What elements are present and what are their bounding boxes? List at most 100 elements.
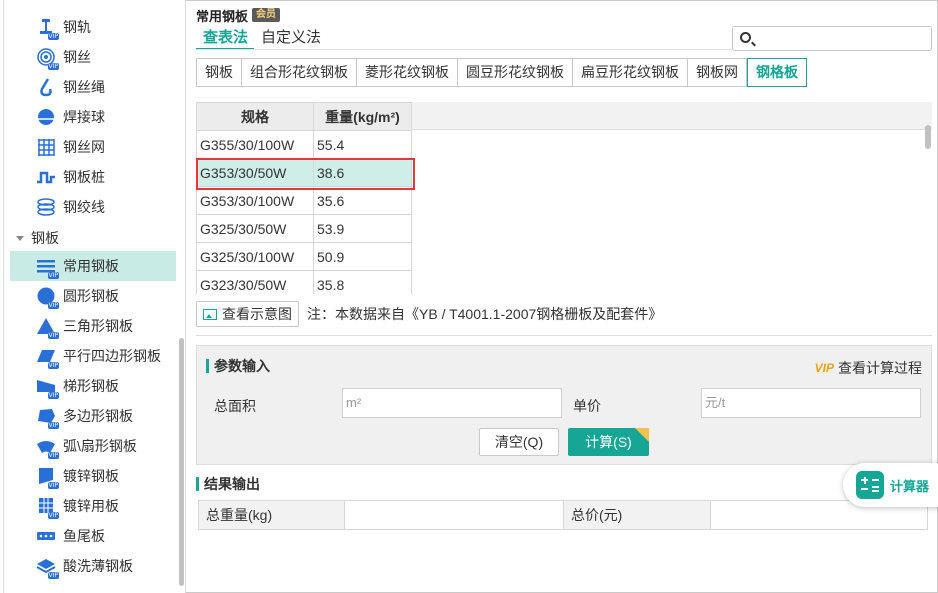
wire-rope-icon — [36, 77, 56, 97]
calculator-button[interactable]: 计算器 — [843, 463, 938, 507]
cell-weight: 53.9 — [313, 214, 412, 243]
results-table: 总重量(kg) 总价(元) — [198, 500, 928, 530]
cell-weight: 38.6 — [313, 158, 412, 187]
tab-steel-grating[interactable]: 钢格板 — [747, 58, 807, 87]
cell-spec: G353/30/100W — [196, 186, 314, 215]
sidebar-item-sector-plate[interactable]: VIP 弧\扇形钢板 — [10, 431, 176, 461]
sidebar-scrollbar[interactable] — [179, 338, 184, 586]
calculator-icon — [856, 471, 884, 499]
sidebar-item-strand[interactable]: 钢绞线 — [10, 192, 176, 222]
tab-combined-checker-plate[interactable]: 组合形花纹钢板 — [242, 58, 357, 87]
round-plate-icon: VIP — [36, 286, 59, 309]
cell-spec: G355/30/100W — [196, 130, 314, 159]
page-title: 常用钢板 — [196, 8, 249, 24]
wire-icon: VIP — [36, 47, 59, 70]
view-diagram-button[interactable]: 查看示意图 — [196, 301, 299, 327]
sidebar-item-sheet-pile[interactable]: 钢板桩 — [10, 162, 176, 192]
tab-custom[interactable]: 自定义法 — [254, 26, 327, 50]
cell-spec: G325/30/100W — [196, 242, 314, 271]
divider — [196, 335, 932, 336]
total-area-input[interactable]: m² — [342, 388, 562, 418]
mode-tabs: 查表法 自定义法 — [196, 26, 327, 50]
spec-table: 规格 重量(kg/m²) G355/30/100W 55.4 G353/30/50… — [196, 102, 412, 294]
picture-icon — [203, 308, 217, 320]
sidebar-item-parallelogram-plate[interactable]: VIP 平行四边形钢板 — [10, 341, 176, 371]
sidebar-item-galvanized-board[interactable]: VIP 镀锌用板 — [10, 491, 176, 521]
category-tabs: 钢板 组合形花纹钢板 菱形花纹钢板 圆豆形花纹钢板 扁豆形花纹钢板 钢板网 钢格… — [196, 58, 807, 87]
main-panel: 常用钢板 会员 查表法 自定义法 钢板 组合形花纹钢板 菱形花纹钢板 圆豆形花纹… — [187, 0, 938, 593]
table-header-row: 规格 重量(kg/m²) — [196, 102, 412, 131]
pickled-plate-icon: VIP — [36, 556, 59, 579]
table-row[interactable]: G353/30/100W 35.6 — [196, 186, 412, 215]
table-scrollbar[interactable] — [925, 125, 931, 149]
tab-round-bean-checker-plate[interactable]: 圆豆形花纹钢板 — [458, 58, 573, 87]
total-area-label: 总面积 — [214, 398, 256, 414]
calculate-button[interactable]: 计算(S) — [568, 428, 649, 456]
tab-expanded-metal[interactable]: 钢板网 — [688, 58, 747, 87]
sidebar-item-trapezoid-plate[interactable]: VIP 梯形钢板 — [10, 371, 176, 401]
sector-plate-icon: VIP — [36, 436, 59, 459]
sidebar-item-common-plate[interactable]: VIP 常用钢板 — [10, 251, 176, 281]
page-header: 常用钢板 会员 — [196, 6, 281, 24]
polygon-plate-icon: VIP — [36, 406, 59, 429]
table-row-selected[interactable]: G353/30/50W 38.6 — [196, 158, 412, 187]
unit-price-input[interactable]: 元/t — [701, 388, 921, 418]
rail-icon: VIP — [36, 17, 59, 40]
table-row[interactable]: G325/30/100W 50.9 — [196, 242, 412, 271]
sidebar: VIP 钢轨 VIP 钢丝 钢丝绳 焊接球 钢丝网 钢板桩 钢绞线 钢板 VIP… — [4, 0, 186, 593]
search-icon — [740, 32, 751, 43]
table-header-filler — [411, 102, 932, 130]
triangle-plate-icon: VIP — [36, 316, 59, 339]
sidebar-item-galvanized-plate[interactable]: VIP 镀锌钢板 — [10, 461, 176, 491]
total-weight-value — [345, 501, 564, 529]
unit-price-label: 单价 — [573, 398, 601, 414]
cell-weight: 35.8 — [313, 270, 412, 294]
sidebar-item-triangle-plate[interactable]: VIP 三角形钢板 — [10, 311, 176, 341]
tab-lentil-checker-plate[interactable]: 扁豆形花纹钢板 — [573, 58, 688, 87]
sheet-pile-icon — [36, 167, 56, 187]
sidebar-item-wire-mesh[interactable]: 钢丝网 — [10, 132, 176, 162]
params-title: 参数输入 — [206, 359, 270, 373]
sidebar-item-wire[interactable]: VIP 钢丝 — [10, 42, 176, 72]
sidebar-item-wire-rope[interactable]: 钢丝绳 — [10, 72, 176, 102]
diagram-row: 查看示意图 注：本数据来自《YB / T4001.1-2007钢格栅板及配套件》 — [196, 301, 662, 327]
cell-spec: G323/30/50W — [196, 270, 314, 294]
cell-spec: G353/30/50W — [196, 158, 314, 187]
strand-icon — [36, 197, 56, 217]
vip-icon: VIP — [814, 361, 834, 375]
table-row[interactable]: G323/30/50W 35.8 — [196, 270, 412, 294]
fishplate-icon — [36, 526, 56, 546]
column-header-spec[interactable]: 规格 — [196, 102, 314, 131]
total-weight-label: 总重量(kg) — [199, 501, 345, 529]
params-panel: 参数输入 VIP 查看计算过程 总面积 m² 单价 元/t 清空(Q) 计算(S… — [196, 345, 932, 465]
view-calc-process-link[interactable]: VIP 查看计算过程 — [815, 358, 922, 378]
cell-weight: 55.4 — [313, 130, 412, 159]
cell-weight: 50.9 — [313, 242, 412, 271]
results-title: 结果输出 — [196, 477, 260, 491]
sidebar-item-fishplate[interactable]: 鱼尾板 — [10, 521, 176, 551]
sidebar-item-weld-ball[interactable]: 焊接球 — [10, 102, 176, 132]
total-price-label: 总价(元) — [564, 501, 711, 529]
sidebar-group-plates[interactable]: 钢板 — [10, 225, 59, 251]
sidebar-item-rail[interactable]: VIP 钢轨 — [10, 12, 176, 42]
tab-diamond-checker-plate[interactable]: 菱形花纹钢板 — [357, 58, 458, 87]
data-source-note: 注：本数据来自《YB / T4001.1-2007钢格栅板及配套件》 — [307, 306, 663, 322]
member-badge: 会员 — [252, 8, 281, 22]
tab-lookup-table[interactable]: 查表法 — [196, 26, 255, 50]
trapezoid-plate-icon: VIP — [36, 376, 59, 399]
sidebar-item-polygon-plate[interactable]: VIP 多边形钢板 — [10, 401, 176, 431]
cell-spec: G325/30/50W — [196, 214, 314, 243]
sidebar-item-pickled-plate[interactable]: VIP 酸洗薄钢板 — [10, 551, 176, 581]
parallelogram-plate-icon: VIP — [36, 346, 59, 369]
galvanized-board-icon: VIP — [36, 496, 59, 519]
column-header-weight[interactable]: 重量(kg/m²) — [313, 102, 412, 131]
table-row[interactable]: G355/30/100W 55.4 — [196, 130, 412, 159]
table-row[interactable]: G325/30/50W 53.9 — [196, 214, 412, 243]
tab-steel-plate[interactable]: 钢板 — [196, 58, 242, 87]
sidebar-item-round-plate[interactable]: VIP 圆形钢板 — [10, 281, 176, 311]
clear-button[interactable]: 清空(Q) — [479, 428, 559, 456]
galvanized-plate-icon: VIP — [36, 466, 59, 489]
common-plate-icon: VIP — [36, 256, 59, 279]
wire-mesh-icon — [36, 137, 56, 157]
search-input[interactable] — [732, 26, 932, 51]
